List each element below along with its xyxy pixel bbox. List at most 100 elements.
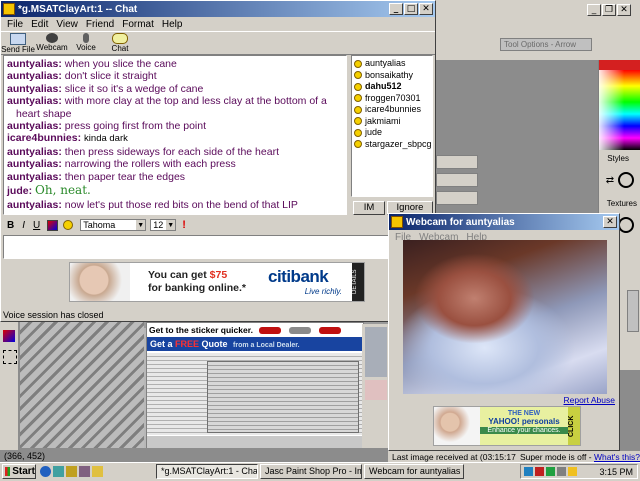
voice-button[interactable]: Voice: [69, 32, 103, 54]
chat-message: auntyalias: then press sideways for each…: [7, 145, 279, 158]
webcam-close-button[interactable]: ✕: [603, 216, 617, 228]
color-picker[interactable]: [599, 70, 640, 150]
send-file-button[interactable]: Send File: [1, 32, 35, 54]
menu-help[interactable]: Help: [158, 19, 187, 30]
menu-file[interactable]: File: [3, 19, 27, 30]
nested-small-window: [207, 361, 359, 433]
chat-button[interactable]: Chat: [103, 32, 137, 54]
tray-icon[interactable]: [524, 467, 533, 476]
chat-message: auntyalias: then paper tear the edges: [7, 170, 186, 183]
folder-icon[interactable]: [92, 466, 103, 477]
chat-message: auntyalias: with more clay at the top an…: [7, 95, 327, 108]
menu-edit[interactable]: Edit: [27, 19, 52, 30]
psp-restore-button[interactable]: ❐: [602, 4, 616, 16]
chevron-down-icon: ▼: [136, 220, 146, 230]
buddy-item[interactable]: auntyalias: [352, 58, 432, 70]
psp-window-buttons[interactable]: _ ❐ ✕: [586, 4, 631, 16]
outlook-icon[interactable]: [66, 466, 77, 477]
underline-button[interactable]: U: [29, 220, 44, 231]
font-size-select[interactable]: 12 ▼: [150, 219, 177, 231]
webcam-title-icon: [391, 216, 403, 228]
buddy-item[interactable]: icare4bunnies: [352, 104, 432, 116]
im-button[interactable]: IM: [353, 201, 385, 215]
report-abuse-link[interactable]: Report Abuse: [563, 395, 615, 405]
clock[interactable]: 3:15 PM: [599, 467, 637, 477]
nested-taskbar: [147, 435, 363, 448]
smiley-icon: [354, 128, 362, 137]
menu-format[interactable]: Format: [118, 19, 158, 30]
tray-icon[interactable]: [546, 467, 555, 476]
emoticon-icon[interactable]: [63, 220, 74, 230]
chat-toolbar: Send File Webcam Voice Chat: [1, 31, 435, 55]
chat-status-bar: Voice session has closed: [3, 310, 104, 320]
whats-this-link[interactable]: What's this?: [594, 452, 640, 462]
chat-log[interactable]: auntyalias: when you slice the cane aunt…: [3, 55, 347, 215]
ad-details-tab[interactable]: DETAILS: [352, 263, 364, 301]
styles-swatch[interactable]: ⇄: [603, 165, 637, 195]
buddy-item[interactable]: bonsaikathy: [352, 70, 432, 82]
minimize-button[interactable]: _: [389, 3, 403, 15]
microphone-icon: [83, 33, 89, 43]
task-chat[interactable]: *g.MSATClayArt:1 - Chat: [156, 464, 258, 479]
swap-icon[interactable]: ⇄: [606, 175, 614, 186]
tray-icon[interactable]: [557, 467, 566, 476]
select-tool-icon[interactable]: [3, 350, 17, 364]
tool-options-panel[interactable]: Tool Options - Arrow: [500, 38, 592, 51]
citibank-logo: citibank Live richly.: [268, 267, 342, 296]
desktop-icon[interactable]: [53, 466, 64, 477]
speaker-icon[interactable]: [568, 467, 577, 476]
psp-close-button[interactable]: ✕: [617, 4, 631, 16]
menu-view[interactable]: View: [52, 19, 82, 30]
tray-icon[interactable]: [535, 467, 544, 476]
paint-tool-icon[interactable]: [3, 330, 15, 342]
tool-palette[interactable]: [0, 322, 18, 450]
quote-ad[interactable]: Get a FREE Quote from a Local Dealer.: [147, 337, 363, 351]
alert-icon[interactable]: !: [182, 219, 186, 231]
buddy-item[interactable]: jude: [352, 127, 432, 139]
buddy-item[interactable]: stargazer_sbpcg: [352, 139, 432, 151]
psp-image-canvas[interactable]: Get to the sticker quicker. Get a FREE Q…: [20, 322, 390, 448]
buddy-item[interactable]: jakmiami: [352, 116, 432, 128]
ie-icon[interactable]: [40, 466, 51, 477]
no-texture-icon[interactable]: [618, 217, 635, 233]
smiley-icon: [354, 105, 362, 114]
chat-titlebar[interactable]: *g.MSATClayArt:1 -- Chat _ □ ✕: [1, 1, 435, 17]
smiley-icon: [354, 94, 362, 103]
yahoo-personals-ad[interactable]: THE NEW YAHOO! personals Enhance your ch…: [433, 406, 581, 446]
chevron-down-icon: ▼: [166, 220, 176, 230]
task-webcam[interactable]: Webcam for auntyalias: [364, 464, 464, 479]
chat-message: icare4bunnies: kinda dark: [7, 132, 128, 145]
webcam-button[interactable]: Webcam: [35, 32, 69, 54]
maximize-button[interactable]: □: [404, 3, 418, 15]
no-style-icon[interactable]: [618, 172, 635, 188]
yahoo-chat-icon: [3, 3, 15, 15]
media-icon[interactable]: [79, 466, 90, 477]
psp-minimize-button[interactable]: _: [587, 4, 601, 16]
citibank-ad[interactable]: You can get $75 for banking online.* citi…: [69, 262, 365, 302]
buddy-list[interactable]: auntyalias bonsaikathy dahu512 froggen70…: [351, 55, 433, 197]
bold-button[interactable]: B: [3, 220, 18, 231]
smiley-icon: [354, 140, 362, 149]
color-icon[interactable]: [47, 219, 59, 231]
palette-scrollbar[interactable]: [627, 290, 639, 332]
close-button[interactable]: ✕: [419, 3, 433, 15]
webcam-window[interactable]: Webcam for auntyalias ✕ File Webcam Help…: [388, 213, 620, 451]
sticker-ad[interactable]: Get to the sticker quicker.: [147, 323, 363, 337]
chat-window[interactable]: *g.MSATClayArt:1 -- Chat _ □ ✕ File Edit…: [0, 0, 436, 322]
buddy-item[interactable]: dahu512: [352, 81, 432, 93]
italic-button[interactable]: I: [18, 220, 29, 231]
car-icon: [258, 326, 281, 334]
webcam-image: [403, 240, 607, 394]
chat-menubar: File Edit View Friend Format Help: [1, 17, 435, 31]
buddy-item[interactable]: froggen70301: [352, 93, 432, 105]
ad-couple-photo: [434, 407, 480, 445]
task-paint-shop-pro[interactable]: Jasc Paint Shop Pro - Ima...: [260, 464, 362, 479]
webcam-titlebar[interactable]: Webcam for auntyalias ✕: [389, 214, 619, 230]
nested-webcam-window: [362, 324, 390, 448]
start-button[interactable]: Start: [2, 464, 36, 479]
font-select[interactable]: Tahoma ▼: [80, 219, 147, 231]
ad-click-tab[interactable]: CLICK: [568, 407, 580, 445]
menu-friend[interactable]: Friend: [82, 19, 118, 30]
palette-title-red: [599, 60, 640, 70]
message-input[interactable]: [3, 235, 433, 259]
